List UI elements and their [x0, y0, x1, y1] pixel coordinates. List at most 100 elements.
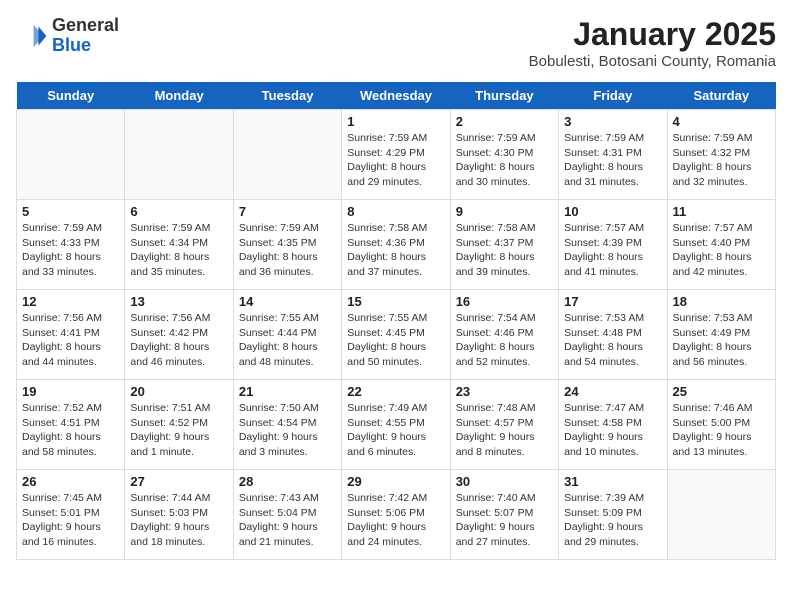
calendar-cell: 23Sunrise: 7:48 AMSunset: 4:57 PMDayligh…: [450, 380, 558, 470]
day-number: 31: [564, 474, 661, 489]
calendar-cell: 7 Sunrise: 7:59 AMSunset: 4:35 PMDaylight…: [233, 200, 341, 290]
day-number: 27: [130, 474, 227, 489]
calendar-cell: [667, 470, 775, 560]
calendar-cell: 25 Sunrise: 7:46 AMSunset: 5:00 PMDayligh…: [667, 380, 775, 470]
day-number: 1: [347, 114, 444, 129]
week-row-2: 5 Sunrise: 7:59 AMSunset: 4:33 PMDaylight…: [17, 200, 776, 290]
calendar-cell: 30 Sunrise: 7:40 AMSunset: 5:07 PMDayligh…: [450, 470, 558, 560]
logo-icon: [16, 20, 48, 52]
day-number: 15: [347, 294, 444, 309]
calendar-table: SundayMondayTuesdayWednesdayThursdayFrid…: [16, 82, 776, 560]
day-number: 29: [347, 474, 444, 489]
day-number: 7: [239, 204, 336, 219]
calendar-cell: 9 Sunrise: 7:58 AMSunset: 4:37 PMDaylight…: [450, 200, 558, 290]
day-number: 30: [456, 474, 553, 489]
logo-text: General Blue: [52, 16, 119, 56]
cell-content: Sunrise: 7:59 AMSunset: 4:35 PMDaylight:…: [239, 221, 336, 280]
cell-content: Sunrise: 7:59 AMSunset: 4:34 PMDaylight:…: [130, 221, 227, 280]
cell-content: Sunrise: 7:42 AMSunset: 5:06 PMDaylight:…: [347, 491, 444, 550]
calendar-cell: 15Sunrise: 7:55 AMSunset: 4:45 PMDayligh…: [342, 290, 450, 380]
cell-content: Sunrise: 7:59 AMSunset: 4:29 PMDaylight:…: [347, 131, 444, 190]
calendar-cell: 1 Sunrise: 7:59 AMSunset: 4:29 PMDaylight…: [342, 110, 450, 200]
calendar-cell: 20 Sunrise: 7:51 AMSunset: 4:52 PMDayligh…: [125, 380, 233, 470]
day-number: 20: [130, 384, 227, 399]
calendar-cell: 27 Sunrise: 7:44 AMSunset: 5:03 PMDayligh…: [125, 470, 233, 560]
cell-content: Sunrise: 7:53 AMSunset: 4:49 PMDaylight:…: [673, 311, 770, 370]
cell-content: Sunrise: 7:47 AMSunset: 4:58 PMDaylight:…: [564, 401, 661, 460]
day-number: 2: [456, 114, 553, 129]
cell-content: Sunrise: 7:48 AMSunset: 4:57 PMDaylight:…: [456, 401, 553, 460]
week-row-5: 26 Sunrise: 7:45 AMSunset: 5:01 PMDayligh…: [17, 470, 776, 560]
cell-content: Sunrise: 7:57 AMSunset: 4:39 PMDaylight:…: [564, 221, 661, 280]
day-number: 16: [456, 294, 553, 309]
calendar-cell: 31 Sunrise: 7:39 AMSunset: 5:09 PMDayligh…: [559, 470, 667, 560]
day-number: 4: [673, 114, 770, 129]
day-number: 24: [564, 384, 661, 399]
day-number: 11: [673, 204, 770, 219]
title-block: January 2025 Bobulesti, Botosani County,…: [529, 16, 776, 70]
calendar-cell: [17, 110, 125, 200]
cell-content: Sunrise: 7:53 AMSunset: 4:48 PMDaylight:…: [564, 311, 661, 370]
subtitle: Bobulesti, Botosani County, Romania: [529, 53, 776, 70]
week-row-3: 12 Sunrise: 7:56 AMSunset: 4:41 PMDayligh…: [17, 290, 776, 380]
cell-content: Sunrise: 7:50 AMSunset: 4:54 PMDaylight:…: [239, 401, 336, 460]
cell-content: Sunrise: 7:51 AMSunset: 4:52 PMDaylight:…: [130, 401, 227, 460]
day-header-friday: Friday: [559, 82, 667, 110]
logo: General Blue: [16, 16, 119, 56]
cell-content: Sunrise: 7:39 AMSunset: 5:09 PMDaylight:…: [564, 491, 661, 550]
day-number: 26: [22, 474, 119, 489]
cell-content: Sunrise: 7:59 AMSunset: 4:31 PMDaylight:…: [564, 131, 661, 190]
calendar-cell: [233, 110, 341, 200]
calendar-cell: 13 Sunrise: 7:56 AMSunset: 4:42 PMDayligh…: [125, 290, 233, 380]
calendar-cell: 18Sunrise: 7:53 AMSunset: 4:49 PMDayligh…: [667, 290, 775, 380]
cell-content: Sunrise: 7:58 AMSunset: 4:36 PMDaylight:…: [347, 221, 444, 280]
day-number: 3: [564, 114, 661, 129]
calendar-cell: 28 Sunrise: 7:43 AMSunset: 5:04 PMDayligh…: [233, 470, 341, 560]
cell-content: Sunrise: 7:59 AMSunset: 4:30 PMDaylight:…: [456, 131, 553, 190]
day-number: 21: [239, 384, 336, 399]
calendar-cell: [125, 110, 233, 200]
calendar-cell: 26 Sunrise: 7:45 AMSunset: 5:01 PMDayligh…: [17, 470, 125, 560]
cell-content: Sunrise: 7:46 AMSunset: 5:00 PMDaylight:…: [673, 401, 770, 460]
day-number: 14: [239, 294, 336, 309]
day-header-tuesday: Tuesday: [233, 82, 341, 110]
page-header: General Blue January 2025 Bobulesti, Bot…: [16, 16, 776, 70]
cell-content: Sunrise: 7:56 AMSunset: 4:42 PMDaylight:…: [130, 311, 227, 370]
cell-content: Sunrise: 7:44 AMSunset: 5:03 PMDaylight:…: [130, 491, 227, 550]
day-number: 5: [22, 204, 119, 219]
day-number: 17: [564, 294, 661, 309]
cell-content: Sunrise: 7:59 AMSunset: 4:32 PMDaylight:…: [673, 131, 770, 190]
day-number: 8: [347, 204, 444, 219]
cell-content: Sunrise: 7:40 AMSunset: 5:07 PMDaylight:…: [456, 491, 553, 550]
cell-content: Sunrise: 7:58 AMSunset: 4:37 PMDaylight:…: [456, 221, 553, 280]
cell-content: Sunrise: 7:59 AMSunset: 4:33 PMDaylight:…: [22, 221, 119, 280]
calendar-cell: 22 Sunrise: 7:49 AMSunset: 4:55 PMDayligh…: [342, 380, 450, 470]
week-row-4: 19Sunrise: 7:52 AMSunset: 4:51 PMDayligh…: [17, 380, 776, 470]
day-number: 22: [347, 384, 444, 399]
calendar-cell: 10 Sunrise: 7:57 AMSunset: 4:39 PMDayligh…: [559, 200, 667, 290]
day-number: 28: [239, 474, 336, 489]
day-number: 25: [673, 384, 770, 399]
day-header-sunday: Sunday: [17, 82, 125, 110]
calendar-cell: 6Sunrise: 7:59 AMSunset: 4:34 PMDaylight…: [125, 200, 233, 290]
cell-content: Sunrise: 7:43 AMSunset: 5:04 PMDaylight:…: [239, 491, 336, 550]
calendar-cell: 16 Sunrise: 7:54 AMSunset: 4:46 PMDayligh…: [450, 290, 558, 380]
calendar-cell: 17 Sunrise: 7:53 AMSunset: 4:48 PMDayligh…: [559, 290, 667, 380]
day-number: 10: [564, 204, 661, 219]
cell-content: Sunrise: 7:54 AMSunset: 4:46 PMDaylight:…: [456, 311, 553, 370]
calendar-cell: 12 Sunrise: 7:56 AMSunset: 4:41 PMDayligh…: [17, 290, 125, 380]
day-number: 19: [22, 384, 119, 399]
calendar-cell: 29 Sunrise: 7:42 AMSunset: 5:06 PMDayligh…: [342, 470, 450, 560]
day-header-saturday: Saturday: [667, 82, 775, 110]
calendar-cell: 8 Sunrise: 7:58 AMSunset: 4:36 PMDaylight…: [342, 200, 450, 290]
calendar-cell: 2 Sunrise: 7:59 AMSunset: 4:30 PMDaylight…: [450, 110, 558, 200]
day-header-thursday: Thursday: [450, 82, 558, 110]
calendar-cell: 3 Sunrise: 7:59 AMSunset: 4:31 PMDaylight…: [559, 110, 667, 200]
cell-content: Sunrise: 7:56 AMSunset: 4:41 PMDaylight:…: [22, 311, 119, 370]
day-number: 13: [130, 294, 227, 309]
cell-content: Sunrise: 7:45 AMSunset: 5:01 PMDaylight:…: [22, 491, 119, 550]
day-number: 9: [456, 204, 553, 219]
day-number: 12: [22, 294, 119, 309]
calendar-cell: 5 Sunrise: 7:59 AMSunset: 4:33 PMDaylight…: [17, 200, 125, 290]
cell-content: Sunrise: 7:49 AMSunset: 4:55 PMDaylight:…: [347, 401, 444, 460]
